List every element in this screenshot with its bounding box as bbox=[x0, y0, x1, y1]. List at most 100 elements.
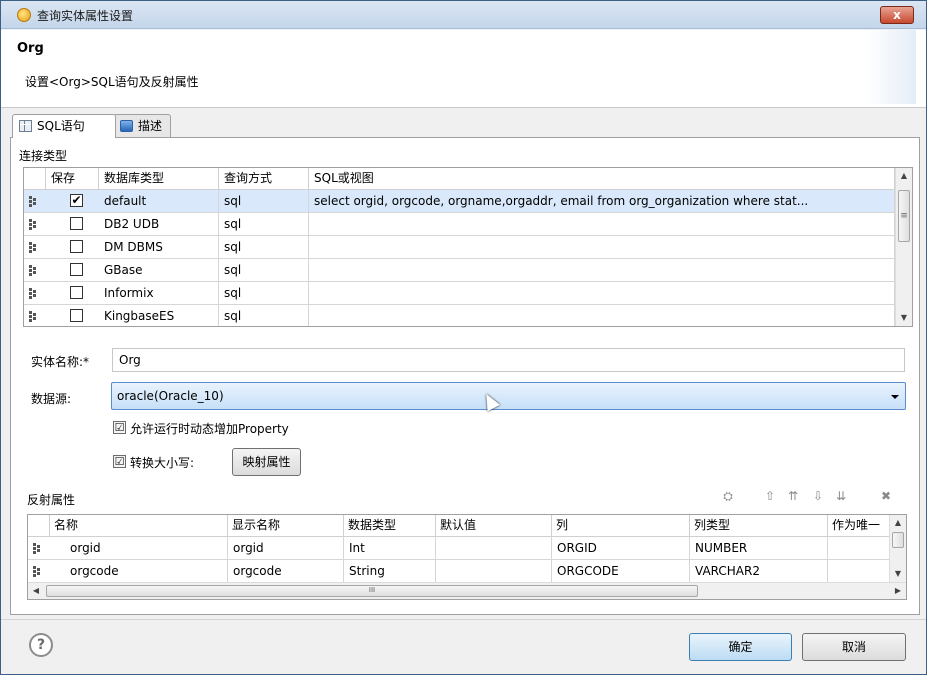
column-header-display-name[interactable]: 显示名称 bbox=[228, 515, 344, 537]
db-type-cell[interactable]: DB2 UDB bbox=[99, 213, 219, 236]
table-row[interactable]: ✔ default sql select orgid, orgcode, org… bbox=[24, 190, 912, 213]
sql-cell[interactable]: select orgid, orgcode, orgname,orgaddr, … bbox=[309, 190, 895, 213]
default-value-cell[interactable] bbox=[436, 560, 552, 583]
unique-cell[interactable] bbox=[828, 537, 890, 560]
query-mode-cell[interactable]: sql bbox=[219, 282, 309, 305]
allow-dynamic-property-checkbox[interactable]: ☑ bbox=[113, 421, 126, 434]
remove-property-icon[interactable]: ✖ bbox=[879, 489, 893, 503]
help-icon[interactable]: ? bbox=[29, 633, 53, 657]
save-checkbox[interactable] bbox=[70, 286, 83, 299]
sql-cell[interactable] bbox=[309, 236, 895, 259]
title-bar[interactable]: 查询实体属性设置 x bbox=[1, 1, 926, 29]
entity-name-input[interactable]: Org bbox=[112, 348, 905, 372]
scroll-up-icon[interactable]: ▲ bbox=[896, 168, 912, 184]
datasource-label: 数据源: bbox=[31, 392, 72, 406]
property-name-cell[interactable]: orgid bbox=[50, 537, 228, 560]
column-header-data-type[interactable]: 数据类型 bbox=[344, 515, 436, 537]
reflection-section-label: 反射属性 bbox=[27, 493, 76, 507]
db-type-cell[interactable]: DM DBMS bbox=[99, 236, 219, 259]
reflection-vertical-scrollbar[interactable]: ▲ ▼ bbox=[889, 515, 906, 582]
drag-handle-icon[interactable] bbox=[33, 566, 41, 577]
sql-cell[interactable] bbox=[309, 213, 895, 236]
drag-handle-icon[interactable] bbox=[29, 219, 37, 230]
ok-button[interactable]: 确定 bbox=[689, 633, 792, 661]
db-type-cell[interactable]: GBase bbox=[99, 259, 219, 282]
tab-sql[interactable]: SQL语句 bbox=[12, 114, 116, 138]
sql-cell[interactable] bbox=[309, 259, 895, 282]
scroll-down-icon[interactable]: ▼ bbox=[890, 566, 906, 582]
reflection-horizontal-scrollbar[interactable]: ◀ III ▶ bbox=[28, 582, 906, 599]
db-type-cell[interactable]: KingbaseES bbox=[99, 305, 219, 326]
query-mode-cell[interactable]: sql bbox=[219, 259, 309, 282]
db-type-cell[interactable]: default bbox=[99, 190, 219, 213]
save-checkbox[interactable] bbox=[70, 217, 83, 230]
column-cell[interactable]: ORGCODE bbox=[552, 560, 690, 583]
save-checkbox[interactable] bbox=[70, 240, 83, 253]
drag-handle-icon[interactable] bbox=[33, 543, 41, 554]
tab-description[interactable]: 描述 bbox=[113, 114, 171, 138]
column-type-cell[interactable]: VARCHAR2 bbox=[690, 560, 828, 583]
move-top-icon[interactable]: ⇈ bbox=[786, 489, 800, 503]
column-header-name[interactable]: 名称 bbox=[50, 515, 228, 537]
header-decoration bbox=[866, 30, 916, 104]
convert-case-checkbox[interactable]: ☑ bbox=[113, 455, 126, 468]
table-row[interactable]: DB2 UDB sql bbox=[24, 213, 912, 236]
column-header-column[interactable]: 列 bbox=[552, 515, 690, 537]
query-mode-cell[interactable]: sql bbox=[219, 236, 309, 259]
column-header-db-type[interactable]: 数据库类型 bbox=[99, 168, 219, 190]
connection-vertical-scrollbar[interactable]: ▲ ≡ ▼ bbox=[895, 168, 912, 326]
save-checkbox[interactable] bbox=[70, 263, 83, 276]
scroll-up-icon[interactable]: ▲ bbox=[890, 515, 906, 531]
display-name-cell[interactable]: orgcode bbox=[228, 560, 344, 583]
scroll-thumb[interactable]: III bbox=[46, 585, 698, 597]
scroll-left-icon[interactable]: ◀ bbox=[28, 583, 44, 599]
column-header-column-type[interactable]: 列类型 bbox=[690, 515, 828, 537]
settings-dialog: 查询实体属性设置 x Org 设置<Org>SQL语句及反射属性 SQL语句 描… bbox=[0, 0, 927, 675]
close-button[interactable]: x bbox=[880, 6, 914, 24]
table-row[interactable]: Informix sql bbox=[24, 282, 912, 305]
table-row[interactable]: orgid orgid Int ORGID NUMBER bbox=[28, 537, 906, 560]
query-mode-cell[interactable]: sql bbox=[219, 190, 309, 213]
reflection-table: 名称 显示名称 数据类型 默认值 列 列类型 作为唯一 orgid orgid … bbox=[27, 514, 907, 600]
drag-handle-icon[interactable] bbox=[29, 311, 37, 322]
unique-cell[interactable] bbox=[828, 560, 890, 583]
column-header-query-mode[interactable]: 查询方式 bbox=[219, 168, 309, 190]
column-header-save[interactable]: 保存 bbox=[46, 168, 99, 190]
cancel-button[interactable]: 取消 bbox=[802, 633, 906, 661]
move-up-icon[interactable]: ⇧ bbox=[763, 489, 777, 503]
map-properties-button[interactable]: 映射属性 bbox=[232, 448, 301, 476]
property-name-cell[interactable]: orgcode bbox=[50, 560, 228, 583]
drag-handle-icon[interactable] bbox=[29, 265, 37, 276]
display-name-cell[interactable]: orgid bbox=[228, 537, 344, 560]
save-checkbox[interactable] bbox=[70, 309, 83, 322]
query-mode-cell[interactable]: sql bbox=[219, 305, 309, 326]
table-row[interactable]: orgcode orgcode String ORGCODE VARCHAR2 bbox=[28, 560, 906, 583]
column-header-unique[interactable]: 作为唯一 bbox=[828, 515, 890, 537]
column-header-default[interactable]: 默认值 bbox=[436, 515, 552, 537]
default-value-cell[interactable] bbox=[436, 537, 552, 560]
scroll-down-icon[interactable]: ▼ bbox=[896, 310, 912, 326]
sql-cell[interactable] bbox=[309, 305, 895, 326]
datasource-select[interactable]: oracle(Oracle_10) bbox=[111, 382, 906, 410]
drag-handle-icon[interactable] bbox=[29, 196, 37, 207]
table-row[interactable]: DM DBMS sql bbox=[24, 236, 912, 259]
save-checkbox[interactable]: ✔ bbox=[70, 194, 83, 207]
move-down-icon[interactable]: ⇩ bbox=[811, 489, 825, 503]
scroll-thumb[interactable] bbox=[892, 532, 904, 548]
table-row[interactable]: KingbaseES sql bbox=[24, 305, 912, 326]
data-type-cell[interactable]: String bbox=[344, 560, 436, 583]
add-property-icon[interactable]: ⛭ bbox=[721, 489, 735, 503]
sql-cell[interactable] bbox=[309, 282, 895, 305]
scroll-right-icon[interactable]: ▶ bbox=[890, 583, 906, 599]
drag-handle-icon[interactable] bbox=[29, 242, 37, 253]
table-row[interactable]: GBase sql bbox=[24, 259, 912, 282]
drag-handle-icon[interactable] bbox=[29, 288, 37, 299]
data-type-cell[interactable]: Int bbox=[344, 537, 436, 560]
column-header-sql[interactable]: SQL或视图 bbox=[309, 168, 895, 190]
query-mode-cell[interactable]: sql bbox=[219, 213, 309, 236]
scroll-thumb[interactable]: ≡ bbox=[898, 190, 910, 242]
column-type-cell[interactable]: NUMBER bbox=[690, 537, 828, 560]
column-cell[interactable]: ORGID bbox=[552, 537, 690, 560]
move-bottom-icon[interactable]: ⇊ bbox=[834, 489, 848, 503]
db-type-cell[interactable]: Informix bbox=[99, 282, 219, 305]
